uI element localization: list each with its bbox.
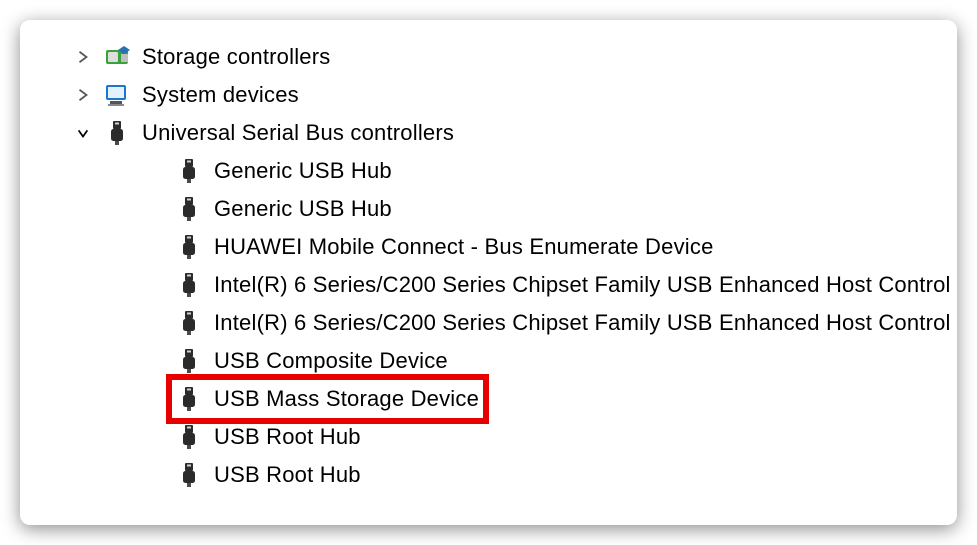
tree-node-label: Intel(R) 6 Series/C200 Series Chipset Fa…: [214, 304, 951, 342]
device-manager-panel: Storage controllersSystem devicesUnivers…: [20, 20, 957, 525]
tree-node-label: Storage controllers: [142, 38, 330, 76]
tree-node-label: USB Composite Device: [214, 342, 448, 380]
usb-icon: [176, 196, 202, 222]
tree-node-label: USB Root Hub: [214, 418, 361, 456]
tree-node-label: System devices: [142, 76, 299, 114]
tree-node[interactable]: Generic USB Hub: [20, 190, 957, 228]
usb-icon: [176, 386, 202, 412]
chevron-right-icon[interactable]: [72, 50, 94, 64]
tree-node-label: HUAWEI Mobile Connect - Bus Enumerate De…: [214, 228, 714, 266]
system-device-icon: [104, 82, 130, 108]
tree-node[interactable]: USB Mass Storage Device: [20, 380, 957, 418]
tree-node[interactable]: Storage controllers: [20, 38, 957, 76]
tree-node[interactable]: Intel(R) 6 Series/C200 Series Chipset Fa…: [20, 266, 957, 304]
chevron-right-icon[interactable]: [72, 88, 94, 102]
usb-icon: [176, 158, 202, 184]
tree-node[interactable]: USB Composite Device: [20, 342, 957, 380]
tree-node-label: USB Mass Storage Device: [214, 380, 479, 418]
tree-node-label: Intel(R) 6 Series/C200 Series Chipset Fa…: [214, 266, 951, 304]
tree-node-label: Generic USB Hub: [214, 190, 392, 228]
tree-node-label: Generic USB Hub: [214, 152, 392, 190]
usb-icon: [176, 348, 202, 374]
usb-icon: [176, 272, 202, 298]
chevron-down-icon[interactable]: [72, 126, 94, 140]
tree-node-label: USB Root Hub: [214, 456, 361, 494]
tree-node[interactable]: Generic USB Hub: [20, 152, 957, 190]
usb-icon: [176, 310, 202, 336]
usb-icon: [176, 462, 202, 488]
storage-controller-icon: [104, 44, 130, 70]
tree-node[interactable]: USB Root Hub: [20, 418, 957, 456]
tree-node[interactable]: Universal Serial Bus controllers: [20, 114, 957, 152]
usb-icon: [104, 120, 130, 146]
tree-node[interactable]: USB Root Hub: [20, 456, 957, 494]
tree-node-label: Universal Serial Bus controllers: [142, 114, 454, 152]
usb-icon: [176, 424, 202, 450]
tree-node[interactable]: HUAWEI Mobile Connect - Bus Enumerate De…: [20, 228, 957, 266]
device-tree[interactable]: Storage controllersSystem devicesUnivers…: [20, 38, 957, 494]
usb-icon: [176, 234, 202, 260]
tree-node[interactable]: System devices: [20, 76, 957, 114]
tree-node[interactable]: Intel(R) 6 Series/C200 Series Chipset Fa…: [20, 304, 957, 342]
